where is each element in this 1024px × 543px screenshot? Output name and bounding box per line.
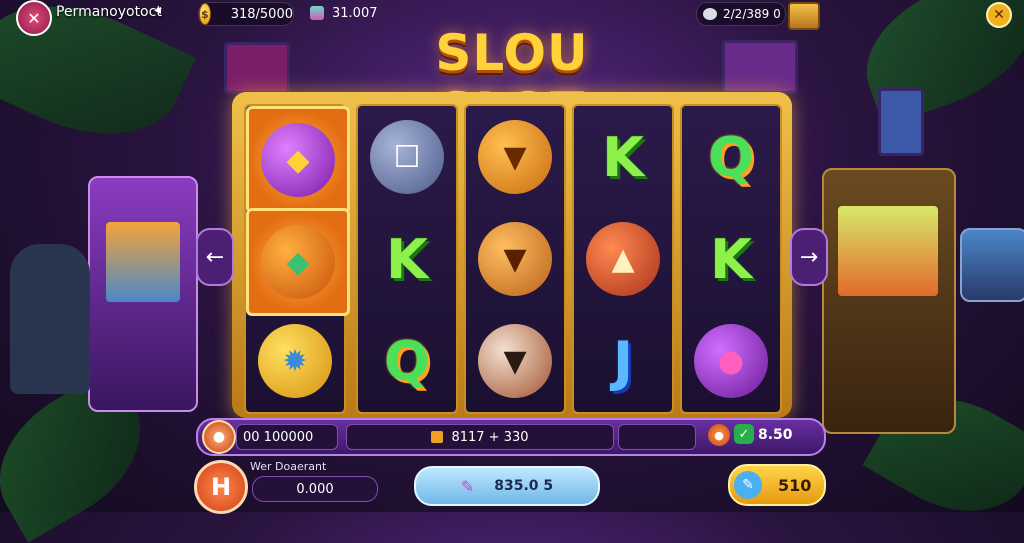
gems-balance: 31.007 <box>332 5 378 21</box>
reel-2-cell-2: K <box>358 208 456 310</box>
reel-1-cell-2: ◆ <box>246 208 350 316</box>
treasure-chest-icon[interactable] <box>788 2 820 30</box>
next-arrow-button[interactable]: → <box>790 228 828 286</box>
golden-sun-orb-icon: ✹ <box>258 324 332 398</box>
player-name: Permanoyotoct <box>56 4 162 20</box>
feather-icon: ✎ <box>460 476 475 496</box>
reel-1-cell-1: ◆ <box>246 106 350 214</box>
spin-total: 835.0 5 <box>494 478 554 494</box>
symbol-k: K <box>602 125 644 189</box>
bet-chip-icon <box>431 431 444 443</box>
reel-1-cell-3: ✹ <box>246 310 344 412</box>
reel-3-cell-3: ▼ <box>466 310 564 412</box>
stake-value-field[interactable]: 0.000 <box>252 476 378 502</box>
symbol-q: Q <box>384 329 430 393</box>
bet-button-label: 510 <box>778 475 812 495</box>
right-balance-pill: 2/2/389 0 <box>696 2 786 26</box>
symbol-k: K <box>710 227 752 291</box>
dog-head-icon: ▼ <box>478 222 552 296</box>
arcade-screen-left <box>106 222 180 302</box>
settings-gear-icon[interactable]: ✕ <box>986 2 1012 28</box>
profile-avatar[interactable]: ✕ <box>16 0 52 36</box>
arcade-screen-right <box>838 206 938 296</box>
reel-4-cell-3: J <box>574 310 672 412</box>
reel-5: Q K ● <box>680 104 782 414</box>
bet-coin-icon: ✎ <box>734 471 762 499</box>
coins-balance: 318/5000 <box>230 6 293 22</box>
credit-value: 8.50 <box>758 427 793 443</box>
neon-poster-right <box>722 40 798 94</box>
reel-3: ▼ ▼ ▼ <box>464 104 566 414</box>
home-button[interactable]: H <box>194 460 248 514</box>
symbol-j: J <box>612 329 634 393</box>
reel-3-cell-2: ▼ <box>466 208 564 310</box>
reel-4: K ▲ J <box>572 104 674 414</box>
purple-monster-icon: ● <box>694 324 768 398</box>
arcade-machine-left <box>88 176 198 412</box>
bet-info-field: 8117 + 330 <box>346 424 614 450</box>
reel-4-cell-2: ▲ <box>574 208 672 310</box>
win-amount: 00 100000 <box>243 429 314 445</box>
gem-icon <box>310 6 324 20</box>
check-icon[interactable]: ✓ <box>734 424 754 444</box>
coins-balance-pill: $ 318/5000 <box>198 2 294 26</box>
bet-button[interactable]: ✎ 510 <box>728 464 826 506</box>
neon-poster-left <box>224 42 290 94</box>
gems-balance-pill: 31.007 <box>310 2 384 24</box>
reel-4-cell-1: K <box>574 106 672 208</box>
reel-2-cell-1: ☐ <box>358 106 456 208</box>
purple-mask-orb-icon: ◆ <box>261 123 335 197</box>
win-orb-icon: ● <box>202 420 236 454</box>
previous-arrow-button[interactable]: ← <box>196 228 234 286</box>
reel-5-cell-1: Q <box>682 106 780 208</box>
empty-slot-field <box>618 424 696 450</box>
stake-value: 0.000 <box>296 481 334 497</box>
player-silhouette <box>10 244 90 394</box>
reel-3-cell-1: ▼ <box>466 106 564 208</box>
silver-coin-icon <box>703 8 717 20</box>
symbol-q: Q <box>708 125 754 189</box>
bonus-orb-icon[interactable]: ● <box>708 424 730 446</box>
reel-5-cell-2: K <box>682 208 780 310</box>
symbol-k: K <box>386 227 428 291</box>
reel-2: ☐ K Q <box>356 104 458 414</box>
spin-total-button[interactable]: ✎ 835.0 5 <box>414 466 600 506</box>
red-horn-icon: ▲ <box>586 222 660 296</box>
right-balance: 2/2/389 0 <box>723 7 781 21</box>
coin-icon: $ <box>199 3 211 25</box>
arcade-cabinet-far-right <box>960 228 1024 302</box>
reel-1: ◆ ◆ ✹ <box>244 104 350 414</box>
wall-poster-right <box>878 88 924 156</box>
orange-horned-gem-icon: ◆ <box>261 225 335 299</box>
fox-head-icon: ▼ <box>478 120 552 194</box>
reel-2-cell-3: Q <box>358 310 456 412</box>
win-amount-field: 00 100000 <box>236 424 338 450</box>
back-arrow-icon[interactable]: ◂ <box>154 2 161 18</box>
raccoon-head-icon: ▼ <box>478 324 552 398</box>
bet-info: 8117 + 330 <box>451 429 529 445</box>
arcade-machine-right <box>822 168 956 434</box>
robot-head-icon: ☐ <box>370 120 444 194</box>
stake-label: Wer Doaerant <box>250 460 327 473</box>
reel-5-cell-3: ● <box>682 310 780 412</box>
